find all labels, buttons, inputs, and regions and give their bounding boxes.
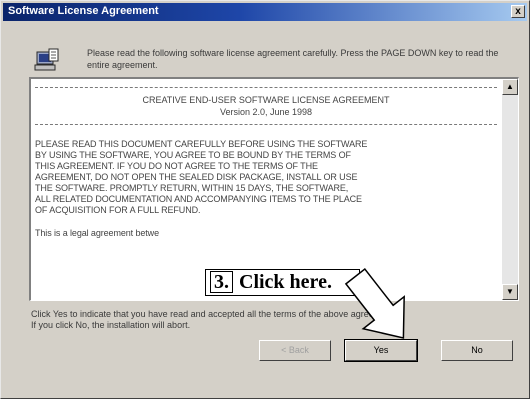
no-button[interactable]: No [441,340,513,361]
license-text: CREATIVE END-USER SOFTWARE LICENSE AGREE… [35,87,497,297]
license-text-box[interactable]: CREATIVE END-USER SOFTWARE LICENSE AGREE… [29,77,519,301]
license-line: OF ACQUISITION FOR A FULL REFUND. [35,205,201,215]
license-title: CREATIVE END-USER SOFTWARE LICENSE AGREE… [142,95,390,105]
window-title: Software License Agreement [8,5,159,17]
title-bar[interactable]: Software License Agreement x [3,3,527,21]
license-version: Version 2.0, June 1998 [219,107,313,117]
scroll-up-button[interactable]: ▲ [502,79,518,95]
license-line: ALL RELATED DOCUMENTATION AND ACCOMPANYI… [35,194,362,204]
setup-computer-icon [34,48,60,74]
scroll-down-button[interactable]: ▼ [502,284,518,300]
footer-line-2: If you click No, the installation will a… [31,320,191,330]
pointer-arrow-icon [344,268,405,339]
footer-instructions: Click Yes to indicate that you have read… [31,309,523,331]
license-line: THIS AGREEMENT. IF YOU DO NOT AGREE TO T… [35,161,318,171]
vertical-scrollbar[interactable]: ▲ ▼ [502,79,518,300]
license-line: PLEASE READ THIS DOCUMENT CAREFULLY BEFO… [35,139,368,149]
license-line: This is a legal agreement betwe [35,228,159,238]
callout-step-number: 3. [210,271,233,293]
divider [35,87,497,94]
close-button[interactable]: x [511,5,525,18]
divider [35,124,497,131]
license-line: BY USING THE SOFTWARE, YOU AGREE TO BE B… [35,150,351,160]
footer-line-1: Click Yes to indicate that you have read… [31,309,397,319]
license-dialog: Software License Agreement x Please read… [0,0,530,399]
license-line: AGREEMENT, DO NOT OPEN THE SEALED DISK P… [35,172,358,182]
instructions-text: Please read the following software licen… [87,48,499,70]
license-line: THE SOFTWARE. PROMPTLY RETURN, WITHIN 15… [35,183,349,193]
